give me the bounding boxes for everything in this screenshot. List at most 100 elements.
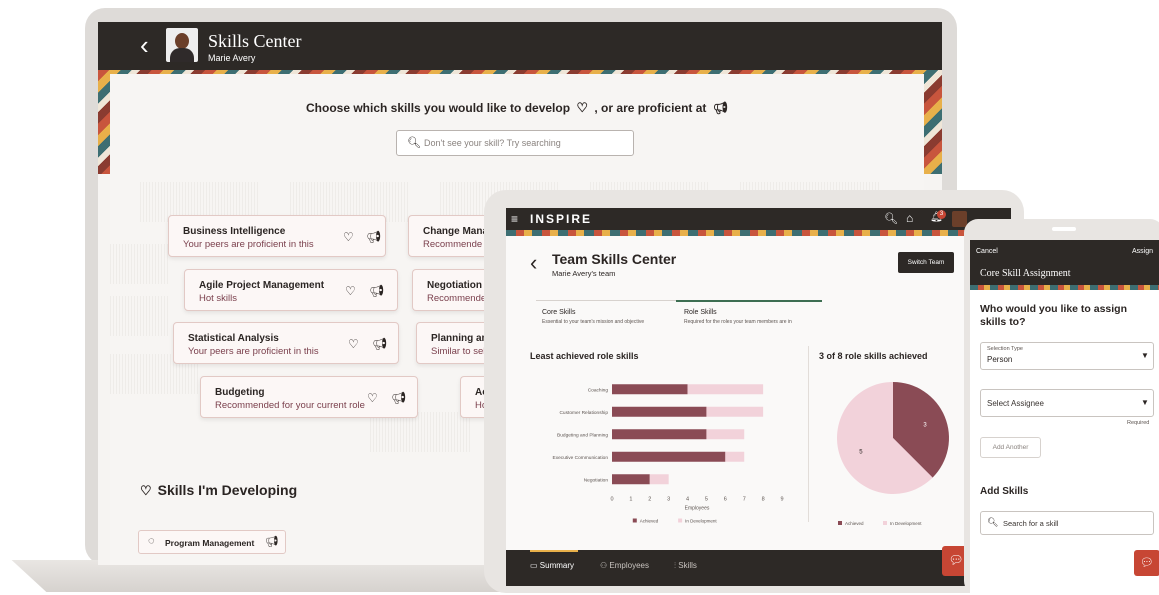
bar-in-development: [649, 474, 669, 485]
switch-team-button[interactable]: Switch Team: [898, 252, 954, 273]
legend-swatch-in-development: [883, 521, 887, 525]
back-icon[interactable]: ‹: [530, 250, 537, 276]
skill-card-title: Statistical Analysis: [188, 333, 279, 344]
nav-skills[interactable]: ⫶ Skills: [674, 561, 697, 571]
skill-card-change-management[interactable]: Change Mana Recommende: [408, 215, 488, 257]
x-axis-label: Employees: [685, 506, 710, 512]
heart-icon[interactable]: ♡: [348, 337, 359, 351]
phone-header: Cancel Assign Core Skill Assignment: [970, 240, 1159, 285]
legend-label: Achieved: [845, 521, 864, 526]
bar-in-development: [687, 384, 764, 395]
skill-card-agile-project-management[interactable]: Agile Project Management Hot skills ♡ 📢︎: [184, 269, 398, 311]
required-hint: Required: [1127, 420, 1150, 426]
employees-icon: ⚇: [600, 561, 608, 570]
x-tick-label: 6: [724, 497, 727, 503]
skill-card-title: Negotiation: [427, 280, 482, 291]
avatar: [166, 28, 198, 62]
legend-label: In Development: [890, 521, 922, 526]
megaphone-icon[interactable]: 📢︎: [372, 337, 387, 351]
page-title: Team Skills Center: [552, 251, 677, 267]
skill-card-reason: Recommende: [423, 239, 483, 250]
skill-search-input[interactable]: 🔍︎ Search for a skill: [980, 511, 1154, 535]
hamburger-menu-icon[interactable]: ≡: [511, 212, 518, 226]
skill-card-planning[interactable]: Planning and Similar to sele: [416, 322, 494, 364]
skill-card-statistical-analysis[interactable]: Statistical Analysis Your peers are prof…: [173, 322, 399, 364]
search-icon: 🔍︎: [987, 517, 999, 527]
tab-label: Core Skills: [542, 309, 576, 316]
legend-swatch-achieved: [838, 521, 842, 525]
tab-desc: Essential to your team's mission and obj…: [542, 319, 645, 325]
x-tick-label: 2: [648, 497, 651, 503]
bar-category-label: Negotiation: [584, 477, 609, 483]
bar-achieved: [612, 384, 688, 395]
heart-icon[interactable]: ♡: [345, 284, 356, 298]
megaphone-icon[interactable]: 📢︎: [366, 230, 381, 244]
add-skills-heading: Add Skills: [980, 486, 1029, 497]
chip-label: Program Management: [165, 538, 255, 548]
nav-label: Summary: [539, 561, 575, 570]
header-pattern: [506, 230, 1011, 236]
bar-achieved: [612, 474, 650, 485]
prompt-text-proficient: , or are proficient at: [594, 101, 707, 115]
x-tick-label: 4: [686, 497, 689, 503]
tab-desc: Required for the roles your team members…: [684, 319, 792, 325]
summary-icon: ▭: [530, 561, 538, 570]
brand-logo: INSPIRE: [530, 212, 593, 226]
developing-heading-text: Skills I'm Developing: [157, 482, 298, 498]
nav-label: Skills: [678, 561, 697, 570]
home-icon[interactable]: ⌂: [906, 211, 913, 225]
skill-card-title: Change Mana: [423, 226, 489, 237]
skill-card-budgeting[interactable]: Budgeting Recommended for your current r…: [200, 376, 418, 418]
nav-employees[interactable]: ⚇ Employees: [600, 561, 649, 570]
x-tick-label: 9: [780, 497, 783, 503]
field-placeholder: Select Assignee: [987, 399, 1044, 408]
assign-link[interactable]: Assign: [1132, 248, 1153, 255]
in-progress-icon: ◌: [148, 535, 155, 547]
bar-category-label: Coaching: [588, 387, 609, 393]
add-another-button[interactable]: Add Another: [980, 437, 1041, 458]
megaphone-icon[interactable]: 📢︎: [391, 391, 406, 405]
nav-summary[interactable]: ▭ Summary: [530, 561, 574, 570]
search-icon: 🔍︎: [407, 137, 421, 149]
search-placeholder: Search for a skill: [1003, 519, 1059, 528]
bar-chart: Coaching Customer Relationship Budgeting a…: [553, 384, 784, 524]
chat-icon: 💬︎: [948, 553, 964, 567]
heart-icon[interactable]: ♡: [343, 230, 354, 244]
legend-label: In Development: [685, 519, 717, 524]
heart-icon[interactable]: ♡: [367, 391, 378, 405]
back-icon[interactable]: ‹: [140, 32, 149, 58]
legend-swatch-achieved: [632, 518, 637, 523]
skill-card-reason: Recommende: [427, 293, 487, 304]
skill-card-reason: Hot skills: [199, 293, 238, 304]
bar-achieved: [612, 451, 726, 462]
page-subtitle: Marie Avery's team: [552, 269, 616, 278]
phone-title: Core Skill Assignment: [980, 268, 1071, 279]
page-title: Skills Center: [208, 31, 302, 51]
heart-icon: ♡: [140, 483, 152, 498]
x-tick-label: 1: [629, 497, 632, 503]
page-subtitle: Marie Avery: [208, 53, 256, 63]
skill-search-input[interactable]: 🔍︎ Don't see your skill? Try searching: [396, 130, 634, 156]
bar-chart-title: Least achieved role skills: [530, 351, 639, 361]
search-placeholder: Don't see your skill? Try searching: [424, 138, 561, 148]
assignee-select[interactable]: Select Assignee ▼: [980, 389, 1154, 417]
developing-chip-program-management[interactable]: ◌ Program Management 📢︎: [138, 530, 286, 554]
skills-icon: ⫶: [674, 561, 676, 570]
megaphone-icon[interactable]: 📢︎: [369, 284, 384, 298]
developing-heading: ♡ Skills I'm Developing: [140, 482, 297, 499]
cancel-link[interactable]: Cancel: [976, 248, 998, 255]
skill-card-business-intelligence[interactable]: Business Intelligence Your peers are pro…: [168, 215, 386, 257]
tab-role-skills[interactable]: Role Skills Required for the roles your …: [676, 300, 822, 332]
chart-divider: [808, 346, 809, 522]
avatar[interactable]: [952, 211, 967, 227]
tab-core-skills[interactable]: Core Skills Essential to your team's mis…: [536, 300, 676, 332]
skill-card-reason: Your peers are proficient in this: [183, 239, 314, 250]
chat-button[interactable]: 💬︎: [1134, 550, 1159, 576]
selection-type-select[interactable]: Selection Type Person ▼: [980, 342, 1154, 370]
x-tick-label: 3: [667, 497, 670, 503]
skill-card-reason: Recommended for your current role: [215, 400, 365, 411]
search-icon[interactable]: 🔍︎: [884, 212, 898, 225]
x-tick-label: 0: [610, 497, 613, 503]
skill-card-negotiation[interactable]: Negotiation Recommende: [412, 269, 488, 311]
megaphone-icon[interactable]: 📢︎: [265, 535, 279, 548]
